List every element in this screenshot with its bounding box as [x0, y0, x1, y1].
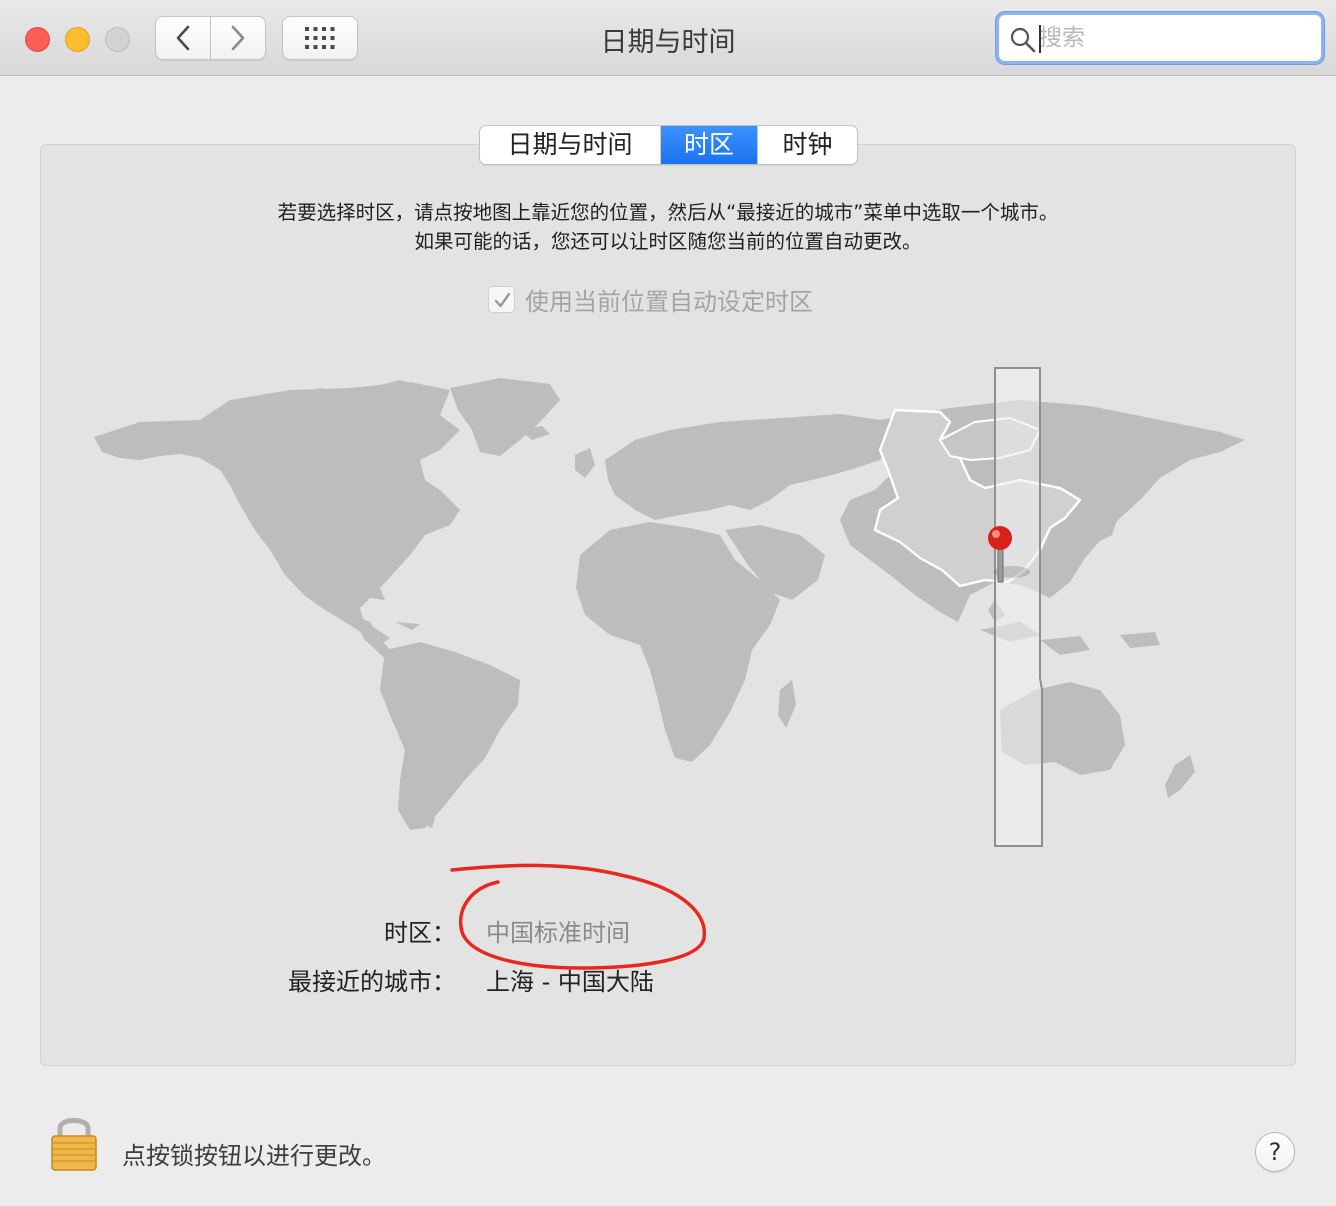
closest-city-label: 最接近的城市： — [288, 968, 456, 996]
greenland-land — [450, 378, 560, 456]
tab-bar: 日期与时间 时区 时钟 — [479, 125, 858, 165]
auto-timezone-checkbox[interactable]: 使用当前位置自动设定时区 — [488, 283, 813, 316]
timezone-label: 时区： — [384, 919, 456, 947]
search-input[interactable] — [1039, 23, 1309, 53]
timezone-band — [994, 367, 1043, 847]
red-annotation-circle — [450, 863, 707, 970]
instruction-text-2: 如果可能的话，您还可以让时区随您当前的位置自动更改。 — [414, 230, 922, 253]
checkbox[interactable] — [488, 285, 515, 313]
search-icon — [1010, 27, 1036, 53]
auto-timezone-label: 使用当前位置自动设定时区 — [525, 287, 813, 316]
search-field[interactable] — [996, 12, 1324, 64]
checkmark-icon — [494, 292, 511, 307]
text-caret — [1039, 25, 1041, 53]
instruction-text-1: 若要选择时区，请点按地图上靠近您的位置，然后从“最接近的城市”菜单中选取一个城市… — [277, 201, 1059, 224]
lock-icon[interactable] — [50, 1112, 98, 1172]
north-america-land — [94, 382, 460, 645]
world-map[interactable] — [80, 360, 1260, 860]
tab-time-zone[interactable]: 时区 — [661, 126, 758, 164]
tab-date-time[interactable]: 日期与时间 — [480, 126, 661, 164]
title-bar: 日期与时间 — [0, 0, 1336, 76]
help-button[interactable]: ? — [1255, 1132, 1295, 1172]
tab-clock[interactable]: 时钟 — [758, 126, 857, 164]
lock-text: 点按锁按钮以进行更改。 — [122, 1142, 386, 1170]
south-america-land — [380, 642, 520, 830]
